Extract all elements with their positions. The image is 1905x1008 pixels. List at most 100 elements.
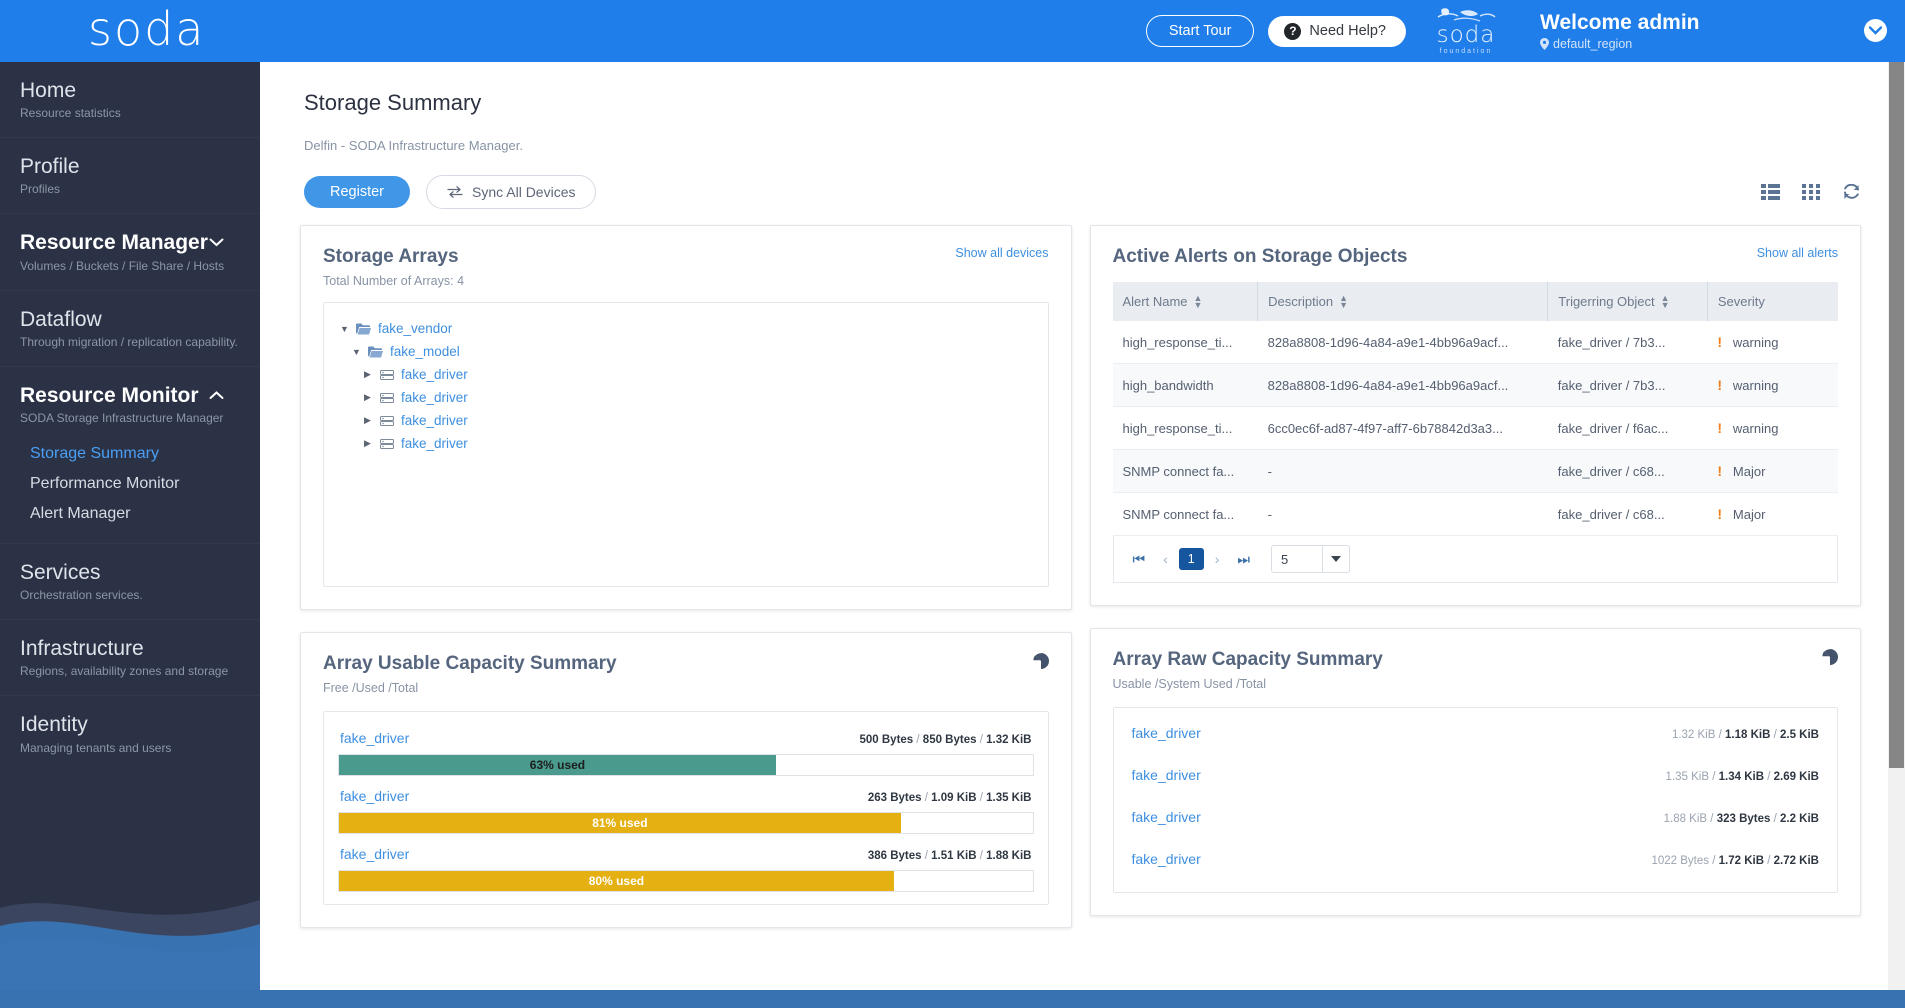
tree-collapse-toggle-icon[interactable]: ▶ <box>364 438 380 449</box>
tree-collapse-toggle-icon[interactable]: ▶ <box>364 415 380 426</box>
column-header-trigerring-object[interactable]: Trigerring Object ▲ ▼ <box>1547 282 1708 321</box>
tree-expand-toggle-icon[interactable]: ▼ <box>340 324 356 334</box>
sidebar-item-identity[interactable]: Identity Managing tenants and users <box>0 696 260 771</box>
start-tour-button[interactable]: Start Tour <box>1145 15 1255 47</box>
sort-icon[interactable]: ▲ ▼ <box>1339 293 1348 308</box>
capacity-array-name[interactable]: fake_driver <box>340 730 409 746</box>
alert-name-cell[interactable]: high_bandwidth <box>1112 363 1258 407</box>
sidebar-item-profile[interactable]: Profile Profiles <box>0 138 260 215</box>
next-page-button[interactable]: › <box>1208 550 1227 568</box>
capacity-array-name[interactable]: fake_driver <box>1132 725 1201 741</box>
sidebar-item-performance-monitor[interactable]: Performance Monitor <box>0 469 260 499</box>
capacity-array-name[interactable]: fake_driver <box>340 846 409 862</box>
grid-view-icon[interactable] <box>1802 184 1820 200</box>
table-row[interactable]: high_response_ti... 828a8808-1d96-4a84-a… <box>1112 321 1838 364</box>
table-row[interactable]: SNMP connect fa... - fake_driver / c68..… <box>1112 492 1838 536</box>
need-help-button[interactable]: ? Need Help? <box>1268 15 1406 47</box>
last-page-button[interactable]: ⏭ <box>1230 550 1257 568</box>
page-size-caret[interactable] <box>1322 546 1349 572</box>
account-menu[interactable]: Welcome admin default_region <box>1540 11 1905 51</box>
alert-object-cell[interactable]: fake_driver / 7b3... <box>1547 363 1708 407</box>
raw-capacity-row: fake_driver 1.35 KiB / 1.34 KiB / 2.69 K… <box>1130 754 1822 796</box>
brand-logo[interactable]: soda <box>0 6 320 52</box>
alert-name-cell[interactable]: SNMP connect fa... <box>1112 449 1258 493</box>
alert-object-cell[interactable]: fake_driver / c68... <box>1547 492 1708 536</box>
alert-object-cell[interactable]: fake_driver / 7b3... <box>1547 321 1708 364</box>
sync-all-devices-button[interactable]: Sync All Devices <box>426 175 597 209</box>
location-pin-icon <box>1540 38 1549 51</box>
usable-capacity-subtitle: Free /Used /Total <box>323 681 419 695</box>
severity-label: Major <box>1732 507 1766 522</box>
table-row[interactable]: high_bandwidth 828a8808-1d96-4a84-a9e1-4… <box>1112 363 1838 407</box>
page-scrollbar[interactable] <box>1888 62 1905 1008</box>
sidebar-item-home[interactable]: Home Resource statistics <box>0 62 260 139</box>
capacity-array-name[interactable]: fake_driver <box>340 788 409 804</box>
sort-icon[interactable]: ▲ ▼ <box>1661 293 1670 308</box>
page-number-button[interactable]: 1 <box>1178 548 1204 570</box>
tree-node-fake-driver[interactable]: ▶ fake_driver <box>336 409 1036 432</box>
column-label: Severity <box>1717 294 1765 309</box>
show-all-devices-link[interactable]: Show all devices <box>955 246 1048 260</box>
sort-icon[interactable]: ▲ ▼ <box>1194 293 1203 308</box>
tree-node-fake-driver[interactable]: ▶ fake_driver <box>336 363 1036 386</box>
table-row[interactable]: SNMP connect fa... - fake_driver / c68..… <box>1112 449 1838 493</box>
column-header-description[interactable]: Description ▲ ▼ <box>1257 282 1549 321</box>
soda-foundation-logo: soda foundation <box>1420 7 1512 55</box>
capacity-system-used: 1.34 KiB <box>1718 771 1765 783</box>
sidebar-item-services[interactable]: Services Orchestration services. <box>0 544 260 621</box>
alert-object-cell[interactable]: fake_driver / f6ac... <box>1547 406 1708 450</box>
tree-collapse-toggle-icon[interactable]: ▶ <box>364 369 380 380</box>
list-view-icon[interactable] <box>1761 184 1780 200</box>
capacity-system-used: 323 Bytes <box>1716 813 1771 825</box>
tree-node-label: fake_driver <box>401 367 468 382</box>
alert-object-cell[interactable]: fake_driver / c68... <box>1547 449 1708 493</box>
tree-node-label: fake_vendor <box>378 321 453 336</box>
chevron-up-icon[interactable] <box>209 390 224 400</box>
alert-name-cell[interactable]: high_response_ti... <box>1112 406 1258 450</box>
scrollbar-thumb[interactable] <box>1889 62 1904 768</box>
first-page-button[interactable]: ⏮ <box>1126 550 1153 568</box>
register-button[interactable]: Register <box>304 176 410 208</box>
raw-capacity-title: Array Raw Capacity Summary <box>1112 649 1383 670</box>
sidebar-item-dataflow[interactable]: Dataflow Through migration / replication… <box>0 291 260 367</box>
account-chevron-button[interactable] <box>1864 19 1887 43</box>
alert-name-cell[interactable]: high_response_ti... <box>1112 321 1258 364</box>
pie-chart-icon[interactable] <box>1822 649 1838 665</box>
tree-node-label: fake_model <box>390 344 460 359</box>
page-size-select[interactable]: 5 <box>1271 545 1351 573</box>
capacity-values: 263 Bytes / 1.09 KiB / 1.35 KiB <box>867 792 1032 804</box>
tree-node-fake-driver[interactable]: ▶ fake_driver <box>336 386 1036 409</box>
sidebar-item-infrastructure[interactable]: Infrastructure Regions, availability zon… <box>0 620 260 697</box>
tree-node-fake-vendor[interactable]: ▼ fake_vendor <box>336 317 1036 340</box>
sidebar-item-resource-monitor[interactable]: Resource Monitor SODA Storage Infrastruc… <box>0 367 260 429</box>
chevron-down-icon <box>1331 556 1342 562</box>
column-header-severity[interactable]: Severity <box>1707 282 1838 321</box>
table-row[interactable]: high_response_ti... 6cc0ec6f-ad87-4f97-a… <box>1112 406 1838 450</box>
prev-page-button[interactable]: ‹ <box>1156 550 1175 568</box>
sidebar-item-resource-manager[interactable]: Resource Manager Volumes / Buckets / Fil… <box>0 214 260 291</box>
sidebar-item-storage-summary[interactable]: Storage Summary <box>0 439 260 469</box>
show-all-alerts-link[interactable]: Show all alerts <box>1757 246 1838 260</box>
chevron-down-icon[interactable] <box>209 238 224 247</box>
column-header-alert-name[interactable]: Alert Name ▲ ▼ <box>1112 282 1259 321</box>
welcome-title: Welcome admin <box>1540 10 1700 34</box>
capacity-used: 1.51 KiB <box>931 850 977 862</box>
tree-node-fake-model[interactable]: ▼ fake_model <box>336 340 1036 363</box>
left-column: Storage Arrays Total Number of Arrays: 4… <box>300 225 1072 950</box>
pie-chart-icon[interactable] <box>1032 653 1049 669</box>
tree-node-fake-driver[interactable]: ▶ fake_driver <box>336 432 1036 455</box>
capacity-values: 1022 Bytes / 1.72 KiB / 2.72 KiB <box>1651 855 1819 867</box>
capacity-values: 1.35 KiB / 1.34 KiB / 2.69 KiB <box>1665 771 1819 783</box>
tree-collapse-toggle-icon[interactable]: ▶ <box>364 392 380 403</box>
capacity-array-name[interactable]: fake_driver <box>1132 851 1201 867</box>
capacity-array-name[interactable]: fake_driver <box>1132 809 1201 825</box>
capacity-bar-label: 80% used <box>588 874 645 888</box>
sidebar-item-alert-manager[interactable]: Alert Manager <box>0 499 260 529</box>
sidebar-item-sub: Volumes / Buckets / File Share / Hosts <box>20 258 225 273</box>
capacity-total: 1.88 KiB <box>986 850 1032 862</box>
region-label: default_region <box>1553 37 1633 52</box>
alert-name-cell[interactable]: SNMP connect fa... <box>1112 492 1258 536</box>
tree-expand-toggle-icon[interactable]: ▼ <box>352 347 368 357</box>
capacity-array-name[interactable]: fake_driver <box>1132 767 1201 783</box>
refresh-icon[interactable] <box>1842 183 1861 201</box>
